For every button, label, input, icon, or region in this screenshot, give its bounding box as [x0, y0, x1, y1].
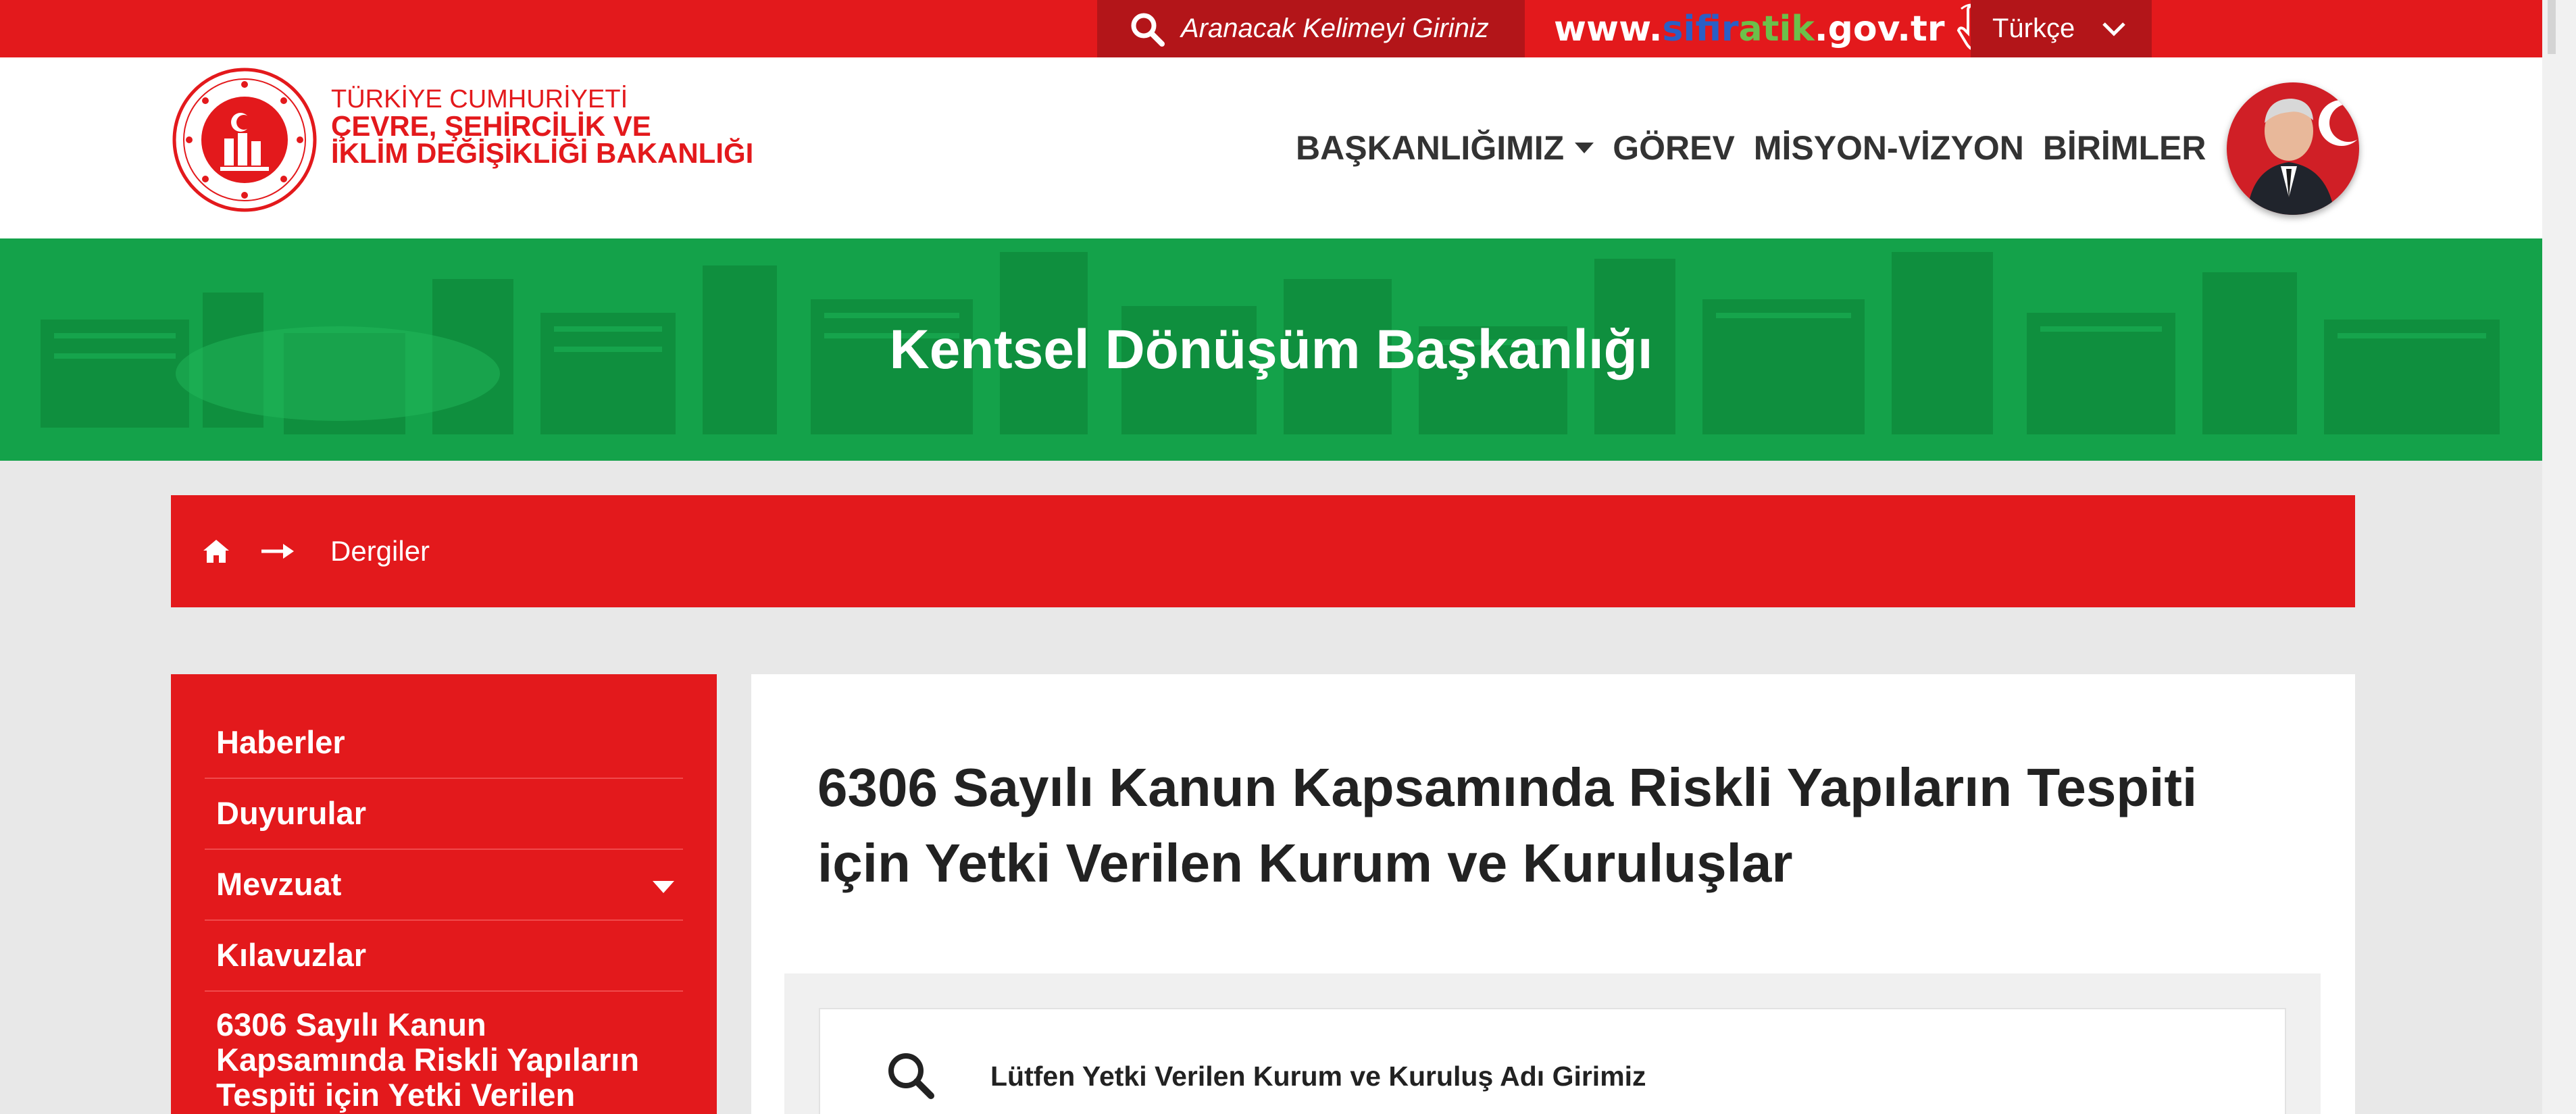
sidebar-item-duyurular[interactable]: Duyurular	[216, 796, 366, 831]
ataturk-portrait[interactable]	[2227, 82, 2359, 215]
institution-search-placeholder[interactable]: Lütfen Yetki Verilen Kurum ve Kuruluş Ad…	[990, 1061, 1646, 1092]
sifiratik-link[interactable]: www. sifir atik .gov.tr	[1554, 0, 2002, 57]
page-title: 6306 Sayılı Kanun Kapsamında Riskli Yapı…	[817, 750, 2236, 901]
nav-item-gorev[interactable]: GÖREV	[1613, 128, 1735, 168]
caret-down-icon[interactable]	[653, 881, 674, 893]
site-search-box[interactable]: Aranacak Kelimeyi Giriniz	[1097, 0, 1525, 57]
sidebar-item-mevzuat[interactable]: Mevzuat	[216, 867, 341, 902]
nav-item-baskanligimiz-label: BAŞKANLIĞIMIZ	[1296, 129, 1565, 167]
ministry-name[interactable]: TÜRKİYE CUMHURİYETİ ÇEVRE, ŞEHİRCİLİK VE…	[331, 85, 754, 169]
top-bar: Aranacak Kelimeyi Giriniz www. sifir atik.…	[0, 0, 2542, 57]
ministry-name-line2: ÇEVRE, ŞEHİRCİLİK VE	[331, 110, 651, 142]
sidebar-item-haberler[interactable]: Haberler	[216, 725, 345, 760]
site-search-placeholder[interactable]: Aranacak Kelimeyi Giriniz	[1181, 14, 1489, 44]
sidebar-item-6306-line2: Kapsamında Riskli Yapıların	[216, 1042, 640, 1078]
breadcrumb-current[interactable]: Dergiler	[330, 535, 430, 567]
language-selector[interactable]: Türkçe	[1971, 0, 2152, 57]
sidebar-item-6306-line3: Tespiti için Yetki Verilen	[216, 1077, 576, 1113]
sidebar-divider	[205, 849, 683, 850]
institution-search-input[interactable]: Lütfen Yetki Verilen Kurum ve Kuruluş Ad…	[819, 1008, 2286, 1114]
main-nav: BAŞKANLIĞIMIZ GÖREV MİSYON-VİZYON BİRİML…	[1296, 128, 2225, 168]
hero-title: Kentsel Dönüşüm Başkanlığı	[889, 318, 1653, 380]
nav-item-birimler[interactable]: BİRİMLER	[2043, 128, 2206, 168]
sidebar-divider	[205, 778, 683, 779]
sifiratik-domain: .gov.tr	[1814, 8, 1945, 49]
scrollbar-thumb[interactable]	[2548, 0, 2556, 54]
sidebar-divider	[205, 990, 683, 992]
sifiratik-atik: atik	[1738, 8, 1815, 49]
ministry-logo[interactable]	[170, 66, 319, 214]
search-icon[interactable]	[885, 1050, 936, 1101]
nav-item-misyon-vizyon[interactable]: MİSYON-VİZYON	[1754, 128, 2024, 168]
page-title-line1: 6306 Sayılı Kanun Kapsamında Riskli Yapı…	[817, 757, 2198, 817]
search-icon[interactable]	[1127, 9, 1167, 49]
caret-down-icon	[1575, 143, 1594, 153]
ministry-name-line1: TÜRKİYE CUMHURİYETİ	[331, 85, 628, 113]
nav-item-baskanligimiz[interactable]: BAŞKANLIĞIMIZ	[1296, 128, 1594, 168]
sidebar-divider	[205, 919, 683, 921]
sidebar-item-6306-line1: 6306 Sayılı Kanun	[216, 1007, 486, 1042]
vertical-scrollbar[interactable]	[2542, 0, 2576, 1114]
sidebar-item-6306-yetki[interactable]: 6306 Sayılı Kanun Kapsamında Riskli Yapı…	[216, 1007, 639, 1113]
home-icon[interactable]	[203, 540, 229, 563]
sifiratik-www: www.	[1554, 8, 1663, 49]
arrow-right-icon	[261, 544, 294, 559]
page-title-line2: için Yetki Verilen Kurum ve Kuruluşlar	[817, 833, 1793, 893]
sidebar-item-kilavuzlar[interactable]: Kılavuzlar	[216, 938, 366, 973]
sifiratik-sifir: sifir	[1662, 8, 1739, 49]
ministry-name-line3: İKLİM DEĞİŞİKLİĞİ BAKANLIĞI	[331, 137, 754, 169]
language-label: Türkçe	[1992, 14, 2075, 43]
hero-banner: Kentsel Dönüşüm Başkanlığı	[0, 238, 2542, 461]
chevron-down-icon	[2102, 22, 2126, 36]
breadcrumb: Dergiler	[171, 495, 2355, 607]
